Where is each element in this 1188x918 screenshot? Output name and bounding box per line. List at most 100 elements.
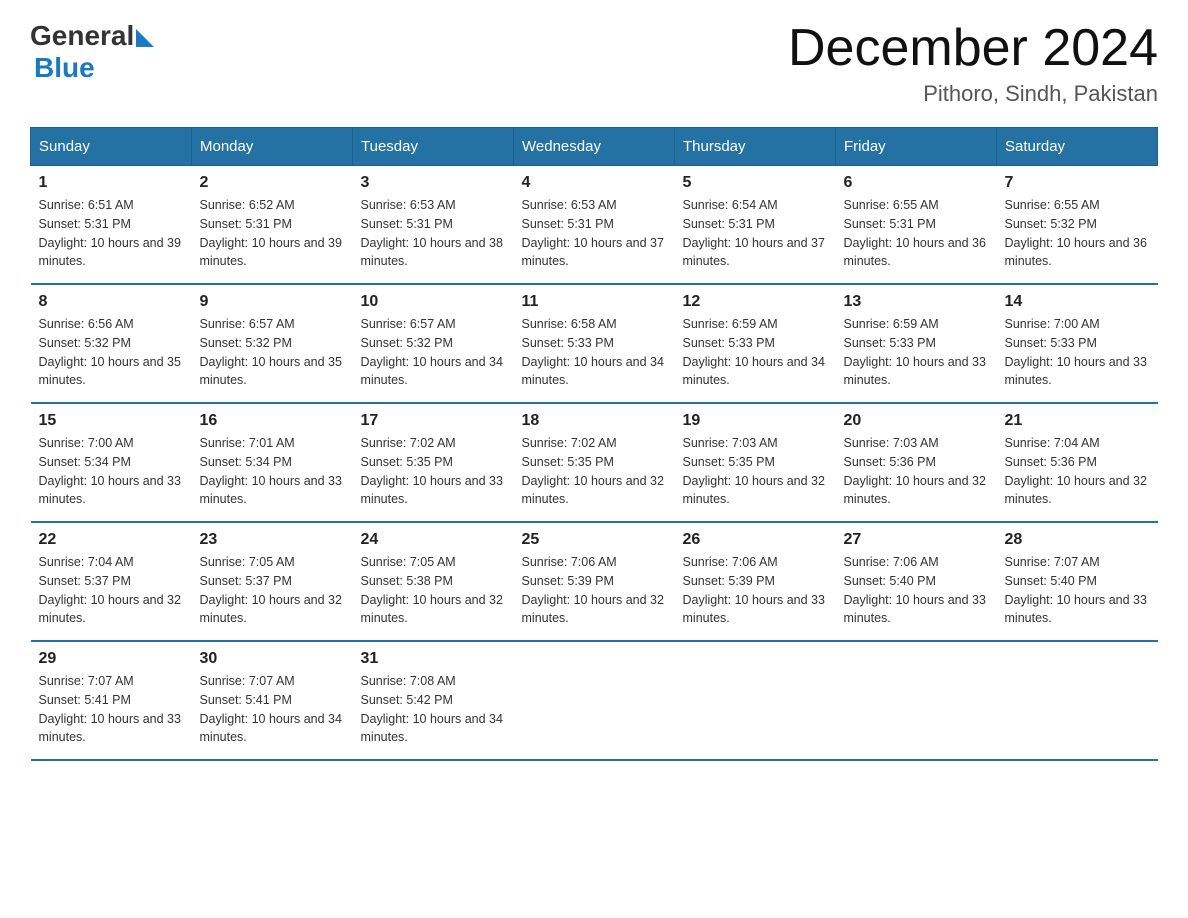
day-info: Sunrise: 7:07 AMSunset: 5:40 PMDaylight:…: [1005, 555, 1147, 625]
table-row: 30 Sunrise: 7:07 AMSunset: 5:41 PMDaylig…: [192, 641, 353, 760]
day-info: Sunrise: 7:03 AMSunset: 5:35 PMDaylight:…: [683, 436, 825, 506]
title-area: December 2024 Pithoro, Sindh, Pakistan: [788, 20, 1158, 107]
table-row: 11 Sunrise: 6:58 AMSunset: 5:33 PMDaylig…: [514, 284, 675, 403]
day-info: Sunrise: 6:59 AMSunset: 5:33 PMDaylight:…: [683, 317, 825, 387]
day-number: 4: [522, 174, 667, 192]
day-info: Sunrise: 7:01 AMSunset: 5:34 PMDaylight:…: [200, 436, 342, 506]
day-info: Sunrise: 7:04 AMSunset: 5:36 PMDaylight:…: [1005, 436, 1147, 506]
day-number: 7: [1005, 174, 1150, 192]
day-number: 10: [361, 293, 506, 311]
day-info: Sunrise: 7:06 AMSunset: 5:40 PMDaylight:…: [844, 555, 986, 625]
col-sunday: Sunday: [31, 128, 192, 166]
table-row: 17 Sunrise: 7:02 AMSunset: 5:35 PMDaylig…: [353, 403, 514, 522]
day-info: Sunrise: 6:52 AMSunset: 5:31 PMDaylight:…: [200, 198, 342, 268]
col-tuesday: Tuesday: [353, 128, 514, 166]
day-number: 28: [1005, 531, 1150, 549]
day-info: Sunrise: 7:07 AMSunset: 5:41 PMDaylight:…: [39, 674, 181, 744]
day-number: 23: [200, 531, 345, 549]
day-number: 6: [844, 174, 989, 192]
col-monday: Monday: [192, 128, 353, 166]
day-number: 5: [683, 174, 828, 192]
day-info: Sunrise: 6:57 AMSunset: 5:32 PMDaylight:…: [200, 317, 342, 387]
day-number: 18: [522, 412, 667, 430]
table-row: [997, 641, 1158, 760]
day-info: Sunrise: 6:53 AMSunset: 5:31 PMDaylight:…: [361, 198, 503, 268]
table-row: 9 Sunrise: 6:57 AMSunset: 5:32 PMDayligh…: [192, 284, 353, 403]
table-row: 10 Sunrise: 6:57 AMSunset: 5:32 PMDaylig…: [353, 284, 514, 403]
day-info: Sunrise: 7:06 AMSunset: 5:39 PMDaylight:…: [522, 555, 664, 625]
table-row: 21 Sunrise: 7:04 AMSunset: 5:36 PMDaylig…: [997, 403, 1158, 522]
table-row: 20 Sunrise: 7:03 AMSunset: 5:36 PMDaylig…: [836, 403, 997, 522]
day-number: 1: [39, 174, 184, 192]
table-row: 29 Sunrise: 7:07 AMSunset: 5:41 PMDaylig…: [31, 641, 192, 760]
day-number: 30: [200, 650, 345, 668]
day-info: Sunrise: 6:56 AMSunset: 5:32 PMDaylight:…: [39, 317, 181, 387]
table-row: 24 Sunrise: 7:05 AMSunset: 5:38 PMDaylig…: [353, 522, 514, 641]
day-number: 31: [361, 650, 506, 668]
day-number: 15: [39, 412, 184, 430]
table-row: 22 Sunrise: 7:04 AMSunset: 5:37 PMDaylig…: [31, 522, 192, 641]
table-row: 2 Sunrise: 6:52 AMSunset: 5:31 PMDayligh…: [192, 166, 353, 285]
day-info: Sunrise: 7:05 AMSunset: 5:38 PMDaylight:…: [361, 555, 503, 625]
col-friday: Friday: [836, 128, 997, 166]
page-header: General Blue December 2024 Pithoro, Sind…: [30, 20, 1158, 107]
day-number: 3: [361, 174, 506, 192]
calendar-body: 1 Sunrise: 6:51 AMSunset: 5:31 PMDayligh…: [31, 166, 1158, 761]
table-row: 27 Sunrise: 7:06 AMSunset: 5:40 PMDaylig…: [836, 522, 997, 641]
month-title: December 2024: [788, 20, 1158, 77]
table-row: 14 Sunrise: 7:00 AMSunset: 5:33 PMDaylig…: [997, 284, 1158, 403]
day-info: Sunrise: 7:07 AMSunset: 5:41 PMDaylight:…: [200, 674, 342, 744]
day-number: 27: [844, 531, 989, 549]
table-row: 25 Sunrise: 7:06 AMSunset: 5:39 PMDaylig…: [514, 522, 675, 641]
table-row: 8 Sunrise: 6:56 AMSunset: 5:32 PMDayligh…: [31, 284, 192, 403]
day-info: Sunrise: 7:00 AMSunset: 5:33 PMDaylight:…: [1005, 317, 1147, 387]
table-row: 3 Sunrise: 6:53 AMSunset: 5:31 PMDayligh…: [353, 166, 514, 285]
day-info: Sunrise: 7:02 AMSunset: 5:35 PMDaylight:…: [361, 436, 503, 506]
day-info: Sunrise: 6:57 AMSunset: 5:32 PMDaylight:…: [361, 317, 503, 387]
day-number: 13: [844, 293, 989, 311]
table-row: 7 Sunrise: 6:55 AMSunset: 5:32 PMDayligh…: [997, 166, 1158, 285]
table-row: 19 Sunrise: 7:03 AMSunset: 5:35 PMDaylig…: [675, 403, 836, 522]
day-info: Sunrise: 7:02 AMSunset: 5:35 PMDaylight:…: [522, 436, 664, 506]
col-wednesday: Wednesday: [514, 128, 675, 166]
day-number: 8: [39, 293, 184, 311]
day-number: 24: [361, 531, 506, 549]
table-row: [836, 641, 997, 760]
day-info: Sunrise: 6:55 AMSunset: 5:32 PMDaylight:…: [1005, 198, 1147, 268]
calendar-header: Sunday Monday Tuesday Wednesday Thursday…: [31, 128, 1158, 166]
day-info: Sunrise: 6:53 AMSunset: 5:31 PMDaylight:…: [522, 198, 664, 268]
day-info: Sunrise: 7:08 AMSunset: 5:42 PMDaylight:…: [361, 674, 503, 744]
table-row: [514, 641, 675, 760]
day-number: 20: [844, 412, 989, 430]
table-row: 5 Sunrise: 6:54 AMSunset: 5:31 PMDayligh…: [675, 166, 836, 285]
day-info: Sunrise: 7:06 AMSunset: 5:39 PMDaylight:…: [683, 555, 825, 625]
table-row: 6 Sunrise: 6:55 AMSunset: 5:31 PMDayligh…: [836, 166, 997, 285]
day-number: 22: [39, 531, 184, 549]
col-saturday: Saturday: [997, 128, 1158, 166]
day-info: Sunrise: 7:04 AMSunset: 5:37 PMDaylight:…: [39, 555, 181, 625]
day-number: 9: [200, 293, 345, 311]
table-row: 31 Sunrise: 7:08 AMSunset: 5:42 PMDaylig…: [353, 641, 514, 760]
table-row: [675, 641, 836, 760]
table-row: 4 Sunrise: 6:53 AMSunset: 5:31 PMDayligh…: [514, 166, 675, 285]
day-info: Sunrise: 6:51 AMSunset: 5:31 PMDaylight:…: [39, 198, 181, 268]
day-number: 16: [200, 412, 345, 430]
day-number: 17: [361, 412, 506, 430]
logo-blue-text: Blue: [34, 52, 95, 84]
day-info: Sunrise: 6:58 AMSunset: 5:33 PMDaylight:…: [522, 317, 664, 387]
table-row: 12 Sunrise: 6:59 AMSunset: 5:33 PMDaylig…: [675, 284, 836, 403]
table-row: 16 Sunrise: 7:01 AMSunset: 5:34 PMDaylig…: [192, 403, 353, 522]
day-info: Sunrise: 6:54 AMSunset: 5:31 PMDaylight:…: [683, 198, 825, 268]
day-number: 14: [1005, 293, 1150, 311]
calendar-table: Sunday Monday Tuesday Wednesday Thursday…: [30, 127, 1158, 761]
table-row: 18 Sunrise: 7:02 AMSunset: 5:35 PMDaylig…: [514, 403, 675, 522]
logo-general-text: General: [30, 20, 134, 52]
table-row: 13 Sunrise: 6:59 AMSunset: 5:33 PMDaylig…: [836, 284, 997, 403]
day-number: 21: [1005, 412, 1150, 430]
day-number: 26: [683, 531, 828, 549]
day-info: Sunrise: 7:00 AMSunset: 5:34 PMDaylight:…: [39, 436, 181, 506]
day-number: 19: [683, 412, 828, 430]
day-info: Sunrise: 6:55 AMSunset: 5:31 PMDaylight:…: [844, 198, 986, 268]
day-number: 11: [522, 293, 667, 311]
day-number: 12: [683, 293, 828, 311]
